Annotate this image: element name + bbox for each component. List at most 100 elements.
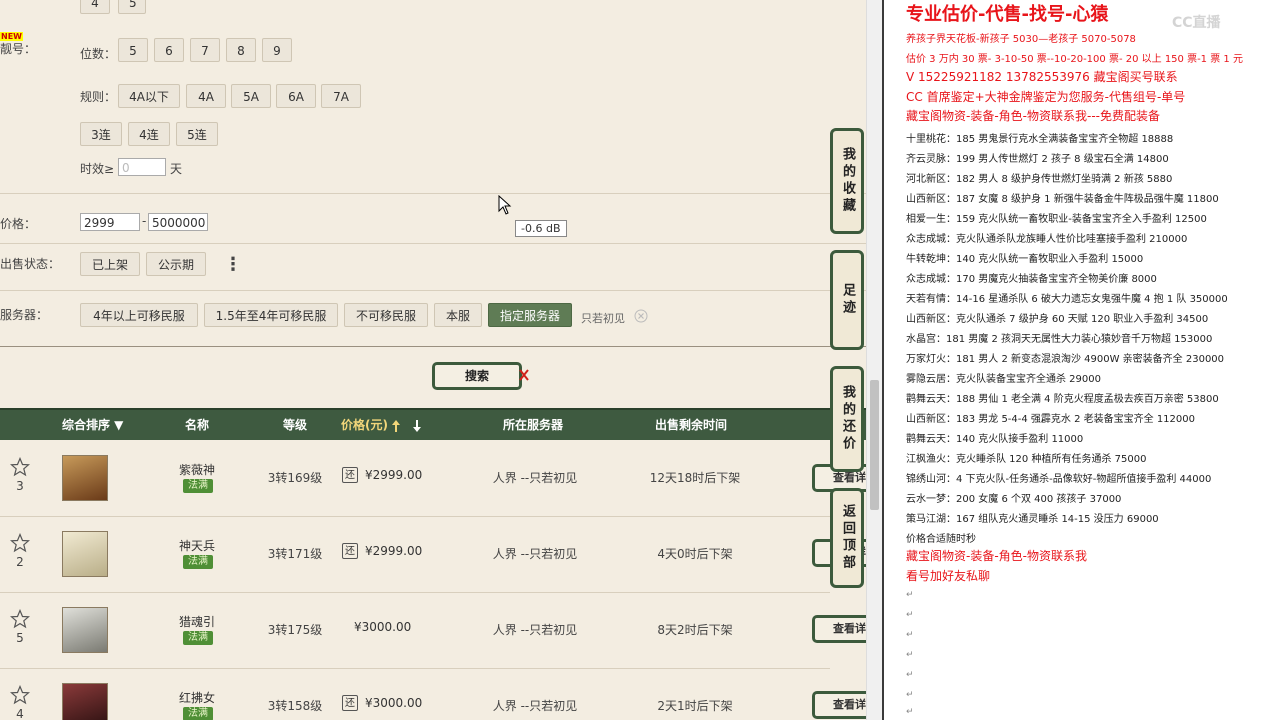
digit-8-button[interactable]: 8 — [226, 38, 256, 62]
my-favorites-tab[interactable]: 我的收藏 — [830, 128, 864, 234]
my-bargains-tab[interactable]: 我的还价 — [830, 366, 864, 472]
table-row: 5 猎魂引 法满 3转175级 ¥3000.00 人界 --只若初见 8天2时后… — [0, 593, 830, 669]
volume-tooltip: -0.6 dB — [515, 220, 567, 237]
character-name[interactable]: 猎魂引 — [150, 613, 244, 630]
notes-line: 齐云灵脉：199 男人传世燃灯 2 孩子 8 级宝石全满 14800 — [906, 154, 1169, 165]
notes-line: 鹳舞云天：188 男仙 1 老全满 4 阶克火程度孟极去疾百万亲密 53800 — [906, 394, 1219, 405]
price-min-input[interactable]: 2999 — [80, 213, 140, 231]
fav-count: 4 — [16, 707, 24, 720]
bargain-icon: 还 — [342, 467, 358, 483]
notes-line: 水晶宫：181 男魔 2 孩洞天无属性大力装心猿妙音千万物超 153000 — [906, 334, 1213, 345]
sort-up-icon[interactable] — [391, 419, 401, 433]
price-separator: - — [142, 214, 147, 228]
scrollbar-thumb[interactable] — [870, 380, 879, 510]
rule-4a-below-button[interactable]: 4A以下 — [118, 84, 180, 108]
clear-icon[interactable] — [634, 309, 648, 323]
star-icon[interactable] — [10, 457, 30, 477]
status-label: 出售状态： — [0, 257, 61, 271]
notes-line: V 15225921182 13782553976 藏宝阁买号联系 — [906, 70, 1178, 84]
star-icon[interactable] — [10, 685, 30, 705]
server-no-migrate-button[interactable]: 不可移民服 — [344, 303, 428, 327]
timeliness-label: 时效≥ — [80, 162, 115, 176]
back-to-top-tab[interactable]: 返回顶部 — [830, 488, 864, 588]
notes-line: 鹳舞云天：140 克火队接手盈利 11000 — [906, 434, 1084, 445]
haohao-label: 靓号： — [0, 42, 37, 56]
bargain-icon: 还 — [342, 543, 358, 559]
notes-line: 江枫渔火：克火睡杀队 120 种植所有任务通杀 75000 — [906, 454, 1147, 465]
notes-line: 万家灯火：181 男人 2 新变态混浪淘沙 4900W 亲密装备齐全 23000… — [906, 354, 1225, 365]
footprint-tab[interactable]: 足迹 — [830, 250, 864, 350]
notes-line: 众志成城：克火队通杀队龙族睡人性价比哇塞接手盈利 210000 — [906, 234, 1188, 245]
more-options-icon[interactable]: ⋮ — [224, 254, 242, 275]
name-header: 名称 — [185, 418, 210, 432]
server-specified-button[interactable]: 指定服务器 — [488, 303, 572, 327]
server-1-5yr-button[interactable]: 1.5年至4年可移民服 — [204, 303, 338, 327]
star-icon[interactable] — [10, 533, 30, 553]
server-4yr-button[interactable]: 4年以上可移民服 — [80, 303, 198, 327]
table-row: 3 紫薇神 法满 3转169级 还 ¥2999.00 人界 --只若初见 12天… — [0, 441, 830, 517]
rule-5a-button[interactable]: 5A — [231, 84, 271, 108]
server-name: 人界 --只若初见 — [492, 547, 578, 561]
notes-line: 藏宝阁物资-装备-角色-物资联系我 — [906, 549, 1087, 563]
price-value: ¥3000.00 — [354, 620, 412, 634]
price-max-input[interactable]: 5000000 — [148, 213, 208, 231]
notes-line: CC 首席鉴定+大神金牌鉴定为您服务-代售组号-单号 — [906, 90, 1186, 104]
notes-line: 云水一梦：200 女魔 6 个双 400 孩孩子 37000 — [906, 494, 1122, 505]
mouse-cursor-icon — [498, 195, 512, 215]
notes-panel: CC直播 专业估价-代售-找号-心猿 养孩子界天花板-新孩子 5030—老孩子 … — [882, 0, 1280, 720]
notes-line: 河北新区：182 男人 8 级护身传世燃灯坐骑满 2 新孩 5880 — [906, 174, 1173, 185]
view-details-button[interactable]: 查看详 — [812, 615, 866, 643]
server-header: 所在服务器 — [503, 418, 564, 432]
notes-line: 雾隐云居：克火队装备宝宝齐全通杀 29000 — [906, 374, 1101, 385]
character-name[interactable]: 神天兵 — [150, 537, 244, 554]
character-level: 3转171级 — [267, 547, 323, 561]
price-value: ¥2999.00 — [365, 468, 423, 482]
server-local-button[interactable]: 本服 — [434, 303, 482, 327]
notes-line: 山西新区：183 男龙 5-4-4 强霹克水 2 老装备宝宝齐全 112000 — [906, 414, 1195, 425]
rule-7a-button[interactable]: 7A — [321, 84, 361, 108]
notes-title: 专业估价-代售-找号-心猿 — [906, 4, 1109, 25]
scrollbar[interactable] — [866, 0, 883, 720]
digit-9-button[interactable]: 9 — [262, 38, 292, 62]
character-name[interactable]: 红拂女 — [150, 689, 244, 706]
notes-line: 估价 3 万内 30 票- 3-10-50 票--10-20-100 票- 20… — [906, 54, 1243, 65]
paragraph-mark: ↵ — [906, 707, 914, 717]
view-details-button[interactable]: 查看详 — [812, 691, 866, 719]
timeliness-input[interactable]: 0 — [118, 158, 166, 176]
fav-count: 3 — [16, 479, 24, 493]
sort-down-icon[interactable] — [412, 419, 422, 433]
divider — [0, 346, 866, 347]
time-remaining: 8天2时后下架 — [657, 623, 733, 637]
notes-line: 看号加好友私聊 — [906, 569, 991, 583]
sort-rank-header[interactable]: 综合排序 ▼ — [62, 410, 123, 440]
status-listed-button[interactable]: 已上架 — [80, 252, 140, 276]
server-name: 人界 --只若初见 — [492, 471, 578, 485]
status-badge: 法满 — [183, 631, 213, 645]
digit-6-button[interactable]: 6 — [154, 38, 184, 62]
status-public-button[interactable]: 公示期 — [146, 252, 206, 276]
digit-5-button[interactable]: 5 — [118, 38, 148, 62]
digit-7-button[interactable]: 7 — [190, 38, 220, 62]
status-badge: 法满 — [183, 555, 213, 569]
server-name: 人界 --只若初见 — [492, 623, 578, 637]
lian-5-button[interactable]: 5连 — [176, 122, 218, 146]
rule-6a-button[interactable]: 6A — [276, 84, 316, 108]
lian-4-button[interactable]: 4连 — [128, 122, 170, 146]
star-icon[interactable] — [10, 609, 30, 629]
rules-label: 规则： — [80, 90, 117, 104]
notes-line: 相爱一生：159 克火队统一畜牧职业-装备宝宝齐全入手盈利 12500 — [906, 214, 1207, 225]
paragraph-mark: ↵ — [906, 650, 914, 660]
lian-3-button[interactable]: 3连 — [80, 122, 122, 146]
search-button[interactable]: 搜索 — [432, 362, 522, 390]
character-name[interactable]: 紫薇神 — [150, 461, 244, 478]
price-value: ¥3000.00 — [365, 696, 423, 710]
time-header: 出售剩余时间 — [655, 418, 728, 432]
digit-5-top-button[interactable]: 5 — [118, 0, 146, 14]
notes-line: 策马江湖：167 组队克火通灵睡杀 14-15 没压力 69000 — [906, 514, 1159, 525]
price-header[interactable]: 价格(元) — [341, 410, 388, 440]
digit-4-button[interactable]: 4 — [80, 0, 110, 14]
paragraph-mark: ↵ — [906, 690, 914, 700]
server-selected-text: 只若初见 — [581, 312, 625, 325]
price-value: ¥2999.00 — [365, 544, 423, 558]
rule-4a-button[interactable]: 4A — [186, 84, 226, 108]
